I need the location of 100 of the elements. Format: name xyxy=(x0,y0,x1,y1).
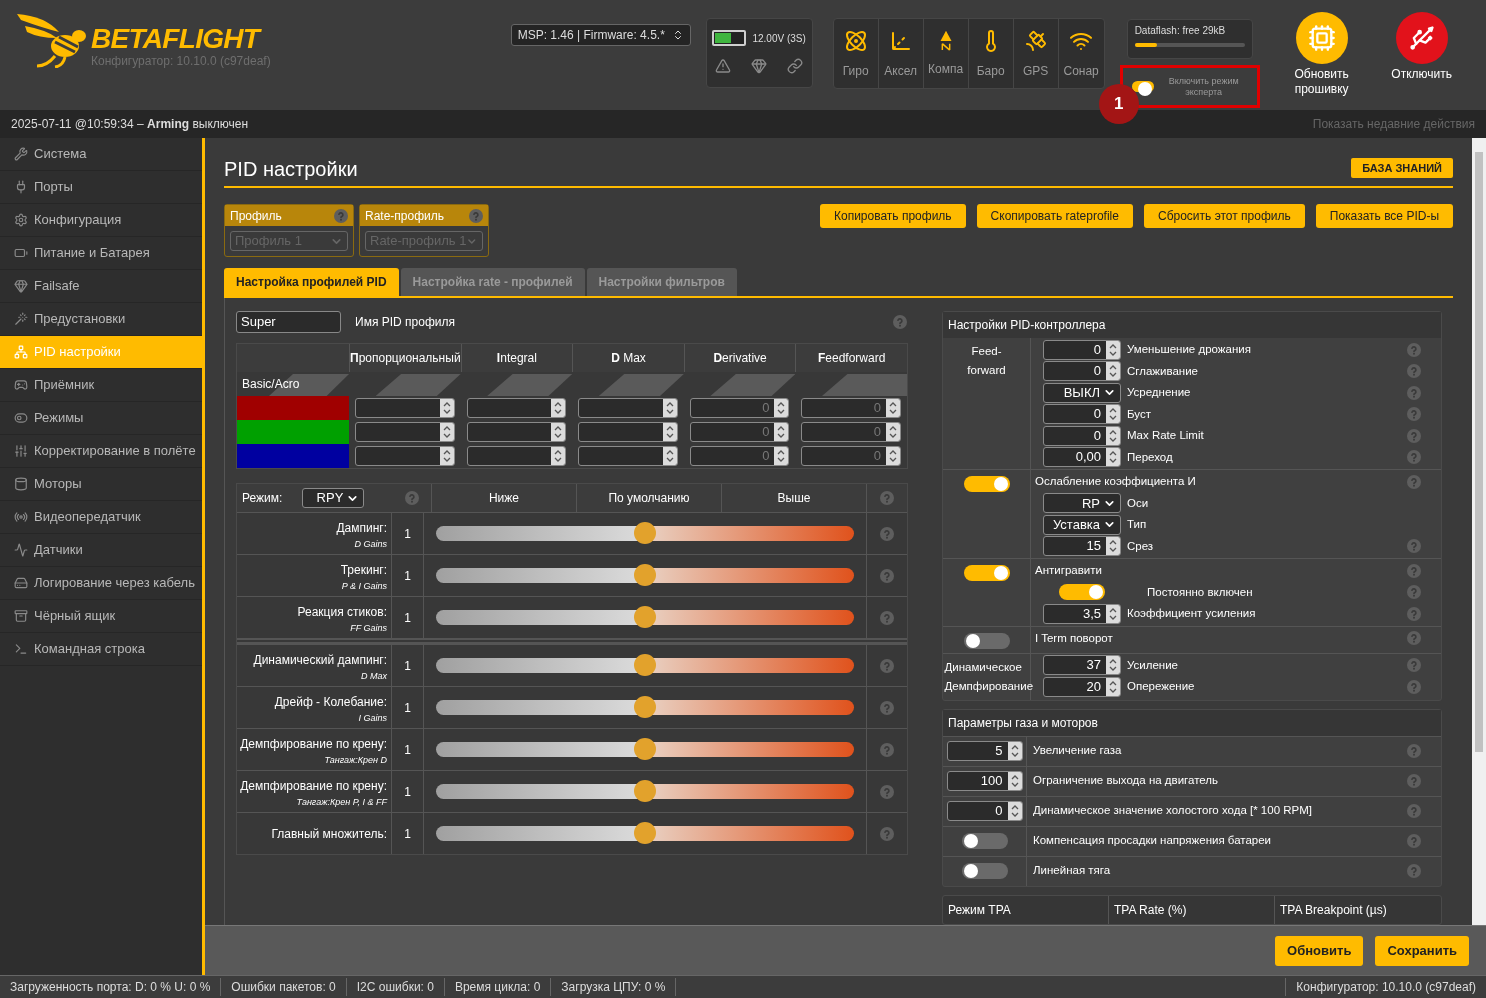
slider-thumb[interactable] xyxy=(634,696,656,718)
help-icon[interactable] xyxy=(880,826,894,841)
number-field[interactable]: 3,5 xyxy=(1043,603,1121,624)
toggle-switch[interactable] xyxy=(963,565,1010,581)
firmware-update-button[interactable]: Обновить прошивку xyxy=(1273,12,1370,97)
help-icon[interactable] xyxy=(1407,864,1421,878)
refresh-button[interactable]: Обновить xyxy=(1275,935,1364,966)
setting-label: Сглаживание xyxy=(1126,363,1200,379)
setting-label: Срез xyxy=(1126,538,1155,554)
help-icon[interactable] xyxy=(893,315,907,329)
action-button[interactable]: Скопировать rateprofile xyxy=(976,204,1133,228)
knowledge-base-button[interactable]: БАЗА ЗНАНИЙ xyxy=(1351,158,1453,178)
sensor-tile[interactable]: Баро xyxy=(968,19,1014,88)
column-header: TPA Breakpoint (µs) xyxy=(1279,901,1388,919)
tab[interactable]: Настройка профилей PID xyxy=(224,268,399,296)
number-field[interactable] xyxy=(355,422,455,442)
action-button[interactable]: Сбросить этот профиль xyxy=(1143,204,1305,228)
number-field[interactable]: 5 xyxy=(946,741,1023,761)
setting-label: Max Rate Limit xyxy=(1126,428,1205,444)
dropdown[interactable]: ВЫКЛ xyxy=(1043,382,1121,403)
number-field[interactable] xyxy=(355,398,455,418)
spinner-arrows-icon xyxy=(439,423,454,441)
number-field[interactable] xyxy=(466,446,567,466)
help-icon[interactable] xyxy=(1407,407,1421,422)
slider-thumb[interactable] xyxy=(634,738,656,760)
dropdown[interactable]: RP xyxy=(1043,493,1121,514)
number-field[interactable]: 37 xyxy=(1043,655,1121,676)
toggle-switch[interactable] xyxy=(961,833,1008,849)
number-field[interactable]: 100 xyxy=(946,771,1023,791)
help-icon[interactable] xyxy=(880,742,894,757)
slider-thumb[interactable] xyxy=(634,606,656,628)
slider-thumb[interactable] xyxy=(634,780,656,802)
profile-name-field[interactable]: Super xyxy=(236,311,341,333)
sensor-tile[interactable]: GPS xyxy=(1013,19,1059,88)
help-icon[interactable] xyxy=(1407,539,1421,554)
slider-thumb[interactable] xyxy=(634,822,656,844)
toggle-switch[interactable] xyxy=(1059,584,1105,601)
help-icon[interactable] xyxy=(880,610,894,625)
help-icon[interactable] xyxy=(1407,474,1421,489)
sensor-tile[interactable]: Аксел xyxy=(878,19,924,88)
wrench-icon xyxy=(14,147,28,161)
dropdown[interactable]: RPY xyxy=(302,488,365,508)
action-button[interactable]: Показать все PID-ы xyxy=(1315,204,1453,228)
number-field[interactable] xyxy=(578,446,678,466)
chip-icon xyxy=(1307,24,1336,52)
help-icon[interactable] xyxy=(1407,834,1421,848)
sensor-tile[interactable]: Компа xyxy=(923,19,969,88)
gear-icon xyxy=(14,213,28,227)
help-icon[interactable] xyxy=(1407,679,1421,694)
save-button[interactable]: Сохранить xyxy=(1375,935,1469,966)
number-field[interactable] xyxy=(578,422,678,442)
help-icon[interactable] xyxy=(880,491,894,505)
number-field[interactable]: 0 xyxy=(946,801,1023,821)
number-field[interactable]: 0 xyxy=(1043,425,1121,446)
help-icon[interactable] xyxy=(1407,658,1421,673)
slider-thumb[interactable] xyxy=(634,564,656,586)
number-field[interactable]: 15 xyxy=(1043,536,1121,557)
help-icon[interactable] xyxy=(1407,342,1421,357)
number-field[interactable]: 0 xyxy=(1043,339,1121,360)
number-field[interactable] xyxy=(466,422,567,442)
column-header: Derivative xyxy=(713,350,767,367)
help-icon[interactable] xyxy=(880,658,894,673)
help-icon[interactable] xyxy=(1407,606,1421,621)
action-button[interactable]: Копировать профиль xyxy=(819,204,966,228)
help-icon[interactable] xyxy=(1407,428,1421,443)
help-icon[interactable] xyxy=(1407,450,1421,465)
help-icon[interactable] xyxy=(880,700,894,715)
number-field[interactable]: 0 xyxy=(1043,361,1121,382)
number-field[interactable] xyxy=(355,446,455,466)
help-icon[interactable] xyxy=(880,526,894,541)
toggle-switch[interactable] xyxy=(963,632,1010,649)
help-icon[interactable] xyxy=(880,568,894,583)
dropdown[interactable]: Уставка xyxy=(1043,514,1121,535)
help-icon[interactable] xyxy=(880,784,894,799)
number-field[interactable]: 0 xyxy=(1043,404,1121,425)
number-field[interactable] xyxy=(578,398,678,418)
slider-thumb[interactable] xyxy=(634,654,656,676)
help-icon[interactable] xyxy=(405,491,419,505)
help-icon[interactable] xyxy=(1407,585,1421,600)
slider-thumb[interactable] xyxy=(634,522,656,544)
help-icon[interactable] xyxy=(1407,774,1421,788)
help-icon[interactable] xyxy=(1407,744,1421,758)
disconnect-button[interactable]: Отключить xyxy=(1373,12,1470,82)
sensor-tile[interactable]: Гиро xyxy=(833,19,879,88)
firmware-select[interactable]: MSP: 1.46 | Firmware: 4.5.* xyxy=(510,24,691,46)
toggle-switch[interactable] xyxy=(963,476,1010,492)
help-icon[interactable] xyxy=(1407,631,1421,646)
number-field[interactable]: 20 xyxy=(1043,676,1121,697)
toggle-switch[interactable] xyxy=(961,863,1008,879)
help-icon[interactable] xyxy=(469,208,483,223)
help-icon[interactable] xyxy=(1407,385,1421,400)
gamepad-icon xyxy=(14,378,28,392)
number-field[interactable]: 0,00 xyxy=(1043,447,1121,468)
spinner-arrows-icon xyxy=(662,399,677,417)
help-icon[interactable] xyxy=(1407,804,1421,818)
activity-icon xyxy=(14,543,28,557)
help-icon[interactable] xyxy=(1407,364,1421,379)
help-icon[interactable] xyxy=(334,208,348,223)
number-field[interactable] xyxy=(466,398,567,418)
help-icon[interactable] xyxy=(1407,563,1421,578)
